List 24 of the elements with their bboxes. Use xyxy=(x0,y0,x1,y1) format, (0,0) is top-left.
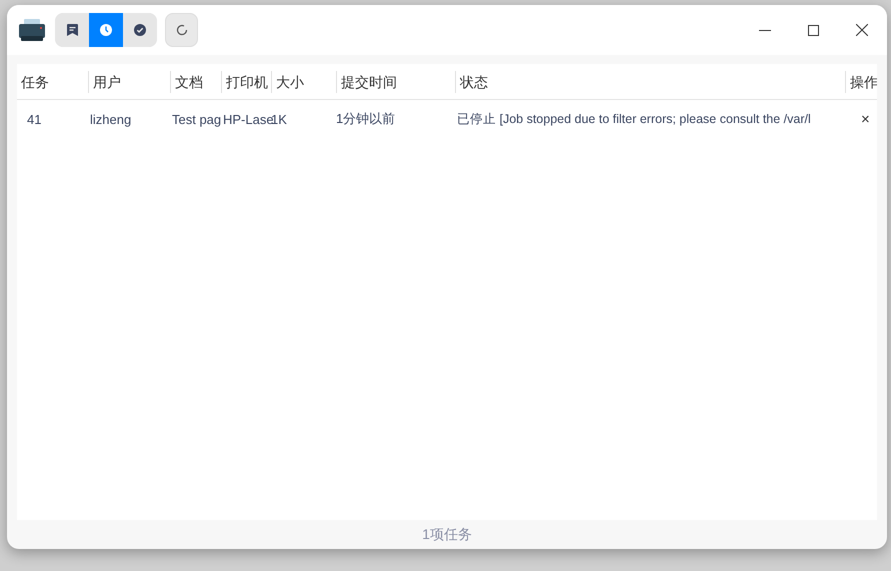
column-header[interactable]: 打印机 xyxy=(221,70,271,92)
column-header[interactable]: 文档 xyxy=(170,70,221,92)
column-header[interactable]: 任务 xyxy=(17,70,88,92)
table-cell-text: 已停止 [Job stopped due to filter errors; please consult the /var/l xyxy=(456,110,812,128)
clock-icon xyxy=(100,24,112,36)
table-cell-text: 1分钟以前 xyxy=(336,110,396,128)
column-header[interactable]: 提交时间 xyxy=(336,70,455,92)
table-cell-text: 1K xyxy=(271,112,288,126)
bookmark-icon xyxy=(66,24,78,36)
close-icon[interactable] xyxy=(856,24,868,36)
column-header[interactable]: 状态 xyxy=(455,70,845,92)
cancel-button[interactable]: × xyxy=(845,110,870,128)
table-cell-text: Test pag xyxy=(171,112,221,126)
column-header[interactable]: 大小 xyxy=(271,70,336,92)
table-cell-text: HP-Lase xyxy=(222,112,271,126)
maximize-icon[interactable] xyxy=(808,24,819,36)
printer-icon xyxy=(18,18,46,42)
column-header[interactable]: 用户 xyxy=(88,70,170,92)
table-cell-text: lizheng xyxy=(89,112,132,126)
job-count: 1项任务 xyxy=(422,526,472,544)
refresh-button[interactable] xyxy=(165,13,198,47)
refresh-icon xyxy=(176,24,188,36)
table-cell-text: 41 xyxy=(26,112,42,126)
check-icon xyxy=(134,24,146,36)
